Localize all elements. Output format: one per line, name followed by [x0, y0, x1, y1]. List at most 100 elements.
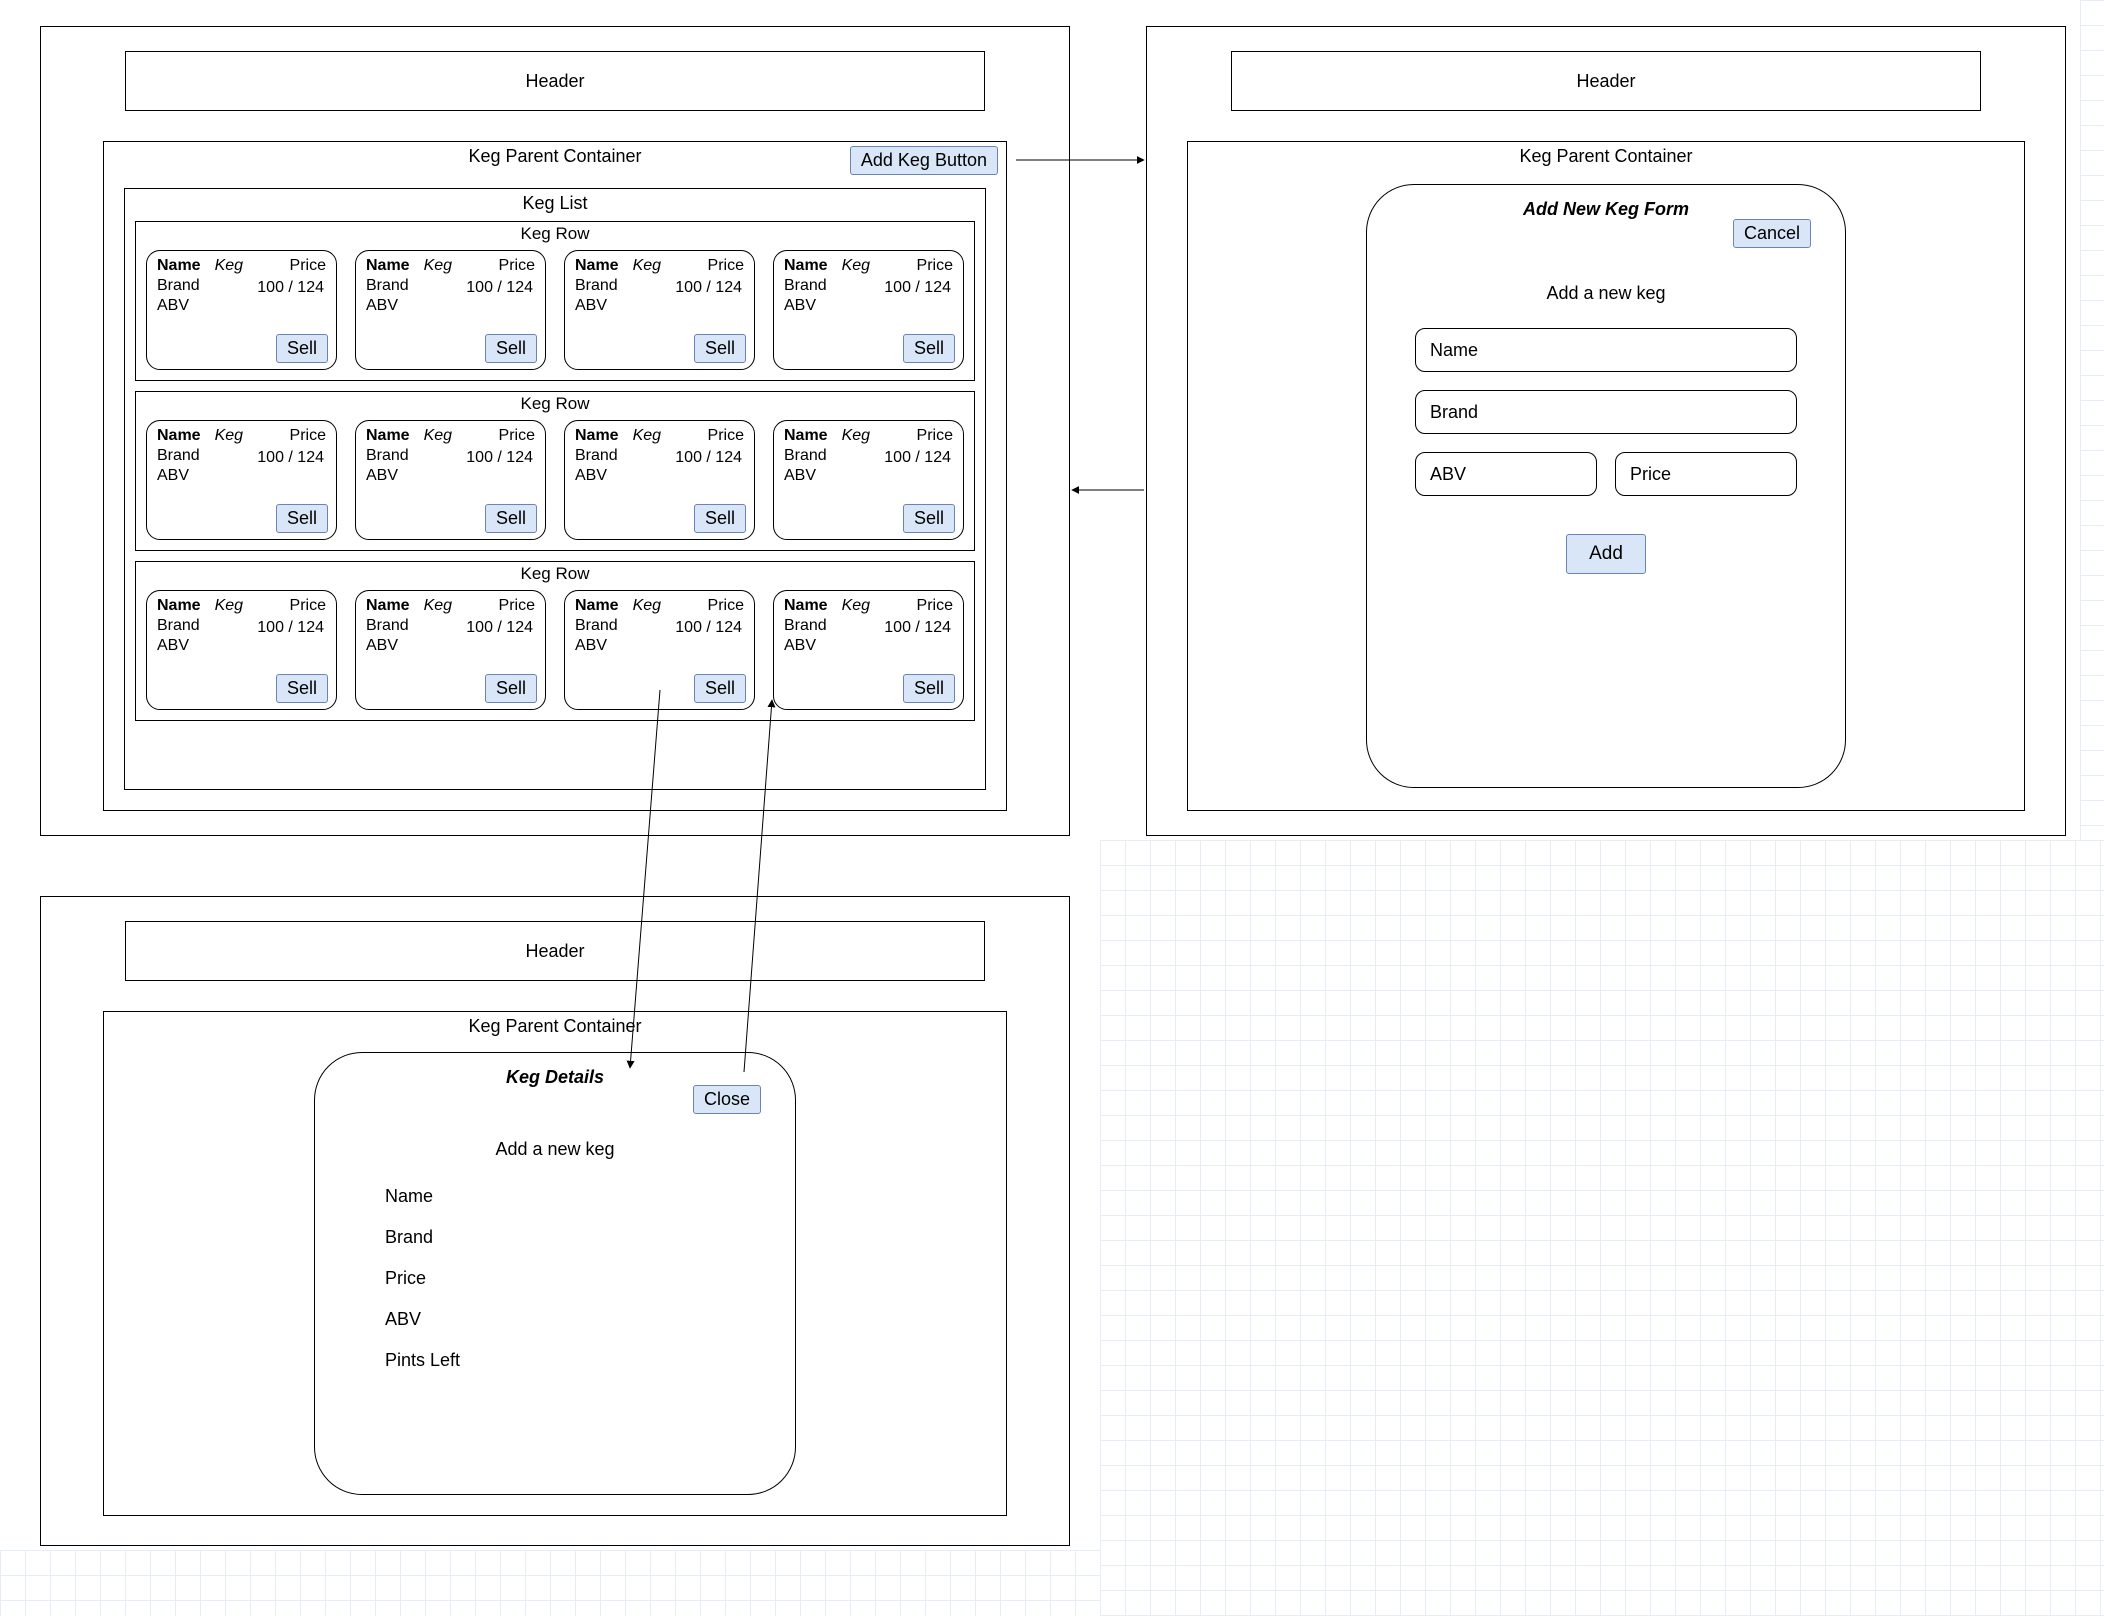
- keg-card-price: Price: [290, 427, 326, 445]
- keg-row: Keg RowNameKegPriceBrand100 / 124ABVSell…: [135, 221, 975, 381]
- sell-button[interactable]: Sell: [485, 674, 537, 703]
- header-bar: Header: [125, 921, 985, 981]
- sell-button[interactable]: Sell: [276, 504, 328, 533]
- keg-parent-container-label: Keg Parent Container: [104, 1016, 1006, 1040]
- keg-card-stock: 100 / 124: [675, 449, 742, 467]
- abv-field[interactable]: ABV: [1415, 452, 1597, 496]
- placeholder: Brand: [1430, 402, 1478, 423]
- sell-button[interactable]: Sell: [694, 674, 746, 703]
- keg-card-name: Name: [157, 427, 201, 445]
- details-field: Pints Left: [385, 1350, 725, 1371]
- wireframe-canvas: Header Keg Parent Container Add Keg Butt…: [0, 0, 2104, 1616]
- header-label: Header: [525, 71, 584, 92]
- details-field: Brand: [385, 1227, 725, 1248]
- keg-card-name: Name: [366, 257, 410, 275]
- sell-button[interactable]: Sell: [903, 674, 955, 703]
- keg-parent-container: Keg Parent Container Keg Details Close A…: [103, 1011, 1007, 1516]
- keg-card-keg: Keg: [424, 427, 452, 445]
- screen-list: Header Keg Parent Container Add Keg Butt…: [40, 26, 1070, 836]
- keg-card-keg: Keg: [424, 597, 452, 615]
- header-label: Header: [525, 941, 584, 962]
- cancel-button[interactable]: Cancel: [1733, 219, 1811, 248]
- keg-card[interactable]: NameKegPriceBrand100 / 124ABVSell: [564, 250, 755, 370]
- keg-card-name: Name: [575, 257, 619, 275]
- keg-card-name: Name: [157, 597, 201, 615]
- keg-card-abv: ABV: [157, 637, 326, 655]
- keg-card-keg: Keg: [215, 257, 243, 275]
- keg-row-label: Keg Row: [136, 224, 974, 246]
- keg-cards: NameKegPriceBrand100 / 124ABVSellNameKeg…: [146, 590, 964, 710]
- keg-card-keg: Keg: [633, 427, 661, 445]
- keg-card-stock: 100 / 124: [257, 619, 324, 637]
- keg-card[interactable]: NameKegPriceBrand100 / 124ABVSell: [773, 420, 964, 540]
- grid-backdrop: [0, 1550, 1100, 1616]
- keg-card-price: Price: [917, 427, 953, 445]
- keg-card[interactable]: NameKegPriceBrand100 / 124ABVSell: [564, 590, 755, 710]
- keg-card-keg: Keg: [424, 257, 452, 275]
- keg-card-price: Price: [499, 597, 535, 615]
- keg-card-price: Price: [917, 257, 953, 275]
- keg-card-stock: 100 / 124: [884, 449, 951, 467]
- keg-card-abv: ABV: [784, 637, 953, 655]
- header-bar: Header: [1231, 51, 1981, 111]
- sell-button[interactable]: Sell: [694, 504, 746, 533]
- form-caption: Add a new keg: [1415, 283, 1797, 304]
- keg-card[interactable]: NameKegPriceBrand100 / 124ABVSell: [355, 250, 546, 370]
- keg-card-keg: Keg: [633, 597, 661, 615]
- keg-card-price: Price: [290, 257, 326, 275]
- name-field[interactable]: Name: [1415, 328, 1797, 372]
- sell-button[interactable]: Sell: [485, 334, 537, 363]
- keg-card-price: Price: [708, 427, 744, 445]
- sell-button[interactable]: Sell: [485, 504, 537, 533]
- add-keg-form-title: Add New Keg Form: [1367, 199, 1845, 220]
- keg-card-abv: ABV: [157, 467, 326, 485]
- add-button[interactable]: Add: [1566, 534, 1646, 574]
- screen-add-form: Header Keg Parent Container Add New Keg …: [1146, 26, 2066, 836]
- keg-card-keg: Keg: [633, 257, 661, 275]
- keg-card-stock: 100 / 124: [884, 279, 951, 297]
- add-keg-form-panel: Add New Keg Form Cancel Add a new keg Na…: [1366, 184, 1846, 788]
- keg-card[interactable]: NameKegPriceBrand100 / 124ABVSell: [355, 590, 546, 710]
- add-keg-form-body: Add a new keg Name Brand ABV Price Add: [1415, 283, 1797, 574]
- brand-field[interactable]: Brand: [1415, 390, 1797, 434]
- keg-card[interactable]: NameKegPriceBrand100 / 124ABVSell: [146, 250, 337, 370]
- sell-button[interactable]: Sell: [276, 334, 328, 363]
- header-label: Header: [1576, 71, 1635, 92]
- keg-details-panel: Keg Details Close Add a new keg NameBran…: [314, 1052, 796, 1495]
- keg-card[interactable]: NameKegPriceBrand100 / 124ABVSell: [146, 590, 337, 710]
- keg-card-keg: Keg: [215, 427, 243, 445]
- keg-card[interactable]: NameKegPriceBrand100 / 124ABVSell: [146, 420, 337, 540]
- keg-card-abv: ABV: [784, 297, 953, 315]
- keg-card-stock: 100 / 124: [884, 619, 951, 637]
- keg-card-price: Price: [499, 427, 535, 445]
- keg-card[interactable]: NameKegPriceBrand100 / 124ABVSell: [773, 250, 964, 370]
- keg-card-price: Price: [708, 597, 744, 615]
- keg-card-name: Name: [784, 257, 828, 275]
- keg-card[interactable]: NameKegPriceBrand100 / 124ABVSell: [564, 420, 755, 540]
- sell-button[interactable]: Sell: [694, 334, 746, 363]
- keg-card-abv: ABV: [575, 637, 744, 655]
- sell-button[interactable]: Sell: [903, 334, 955, 363]
- keg-card-stock: 100 / 124: [675, 619, 742, 637]
- price-field[interactable]: Price: [1615, 452, 1797, 496]
- keg-card-keg: Keg: [842, 597, 870, 615]
- keg-cards: NameKegPriceBrand100 / 124ABVSellNameKeg…: [146, 420, 964, 540]
- add-keg-button[interactable]: Add Keg Button: [850, 146, 998, 175]
- keg-card-abv: ABV: [366, 297, 535, 315]
- keg-parent-container-label: Keg Parent Container: [1188, 146, 2024, 170]
- keg-card[interactable]: NameKegPriceBrand100 / 124ABVSell: [355, 420, 546, 540]
- details-field: Name: [385, 1186, 725, 1207]
- close-button[interactable]: Close: [693, 1085, 761, 1114]
- keg-card-keg: Keg: [215, 597, 243, 615]
- keg-parent-container: Keg Parent Container Add Keg Button Keg …: [103, 141, 1007, 811]
- sell-button[interactable]: Sell: [903, 504, 955, 533]
- sell-button[interactable]: Sell: [276, 674, 328, 703]
- keg-card-name: Name: [784, 427, 828, 445]
- keg-card[interactable]: NameKegPriceBrand100 / 124ABVSell: [773, 590, 964, 710]
- keg-card-stock: 100 / 124: [257, 279, 324, 297]
- keg-card-abv: ABV: [366, 637, 535, 655]
- screen-details: Header Keg Parent Container Keg Details …: [40, 896, 1070, 1546]
- keg-parent-container: Keg Parent Container Add New Keg Form Ca…: [1187, 141, 2025, 811]
- keg-row: Keg RowNameKegPriceBrand100 / 124ABVSell…: [135, 391, 975, 551]
- keg-card-abv: ABV: [575, 297, 744, 315]
